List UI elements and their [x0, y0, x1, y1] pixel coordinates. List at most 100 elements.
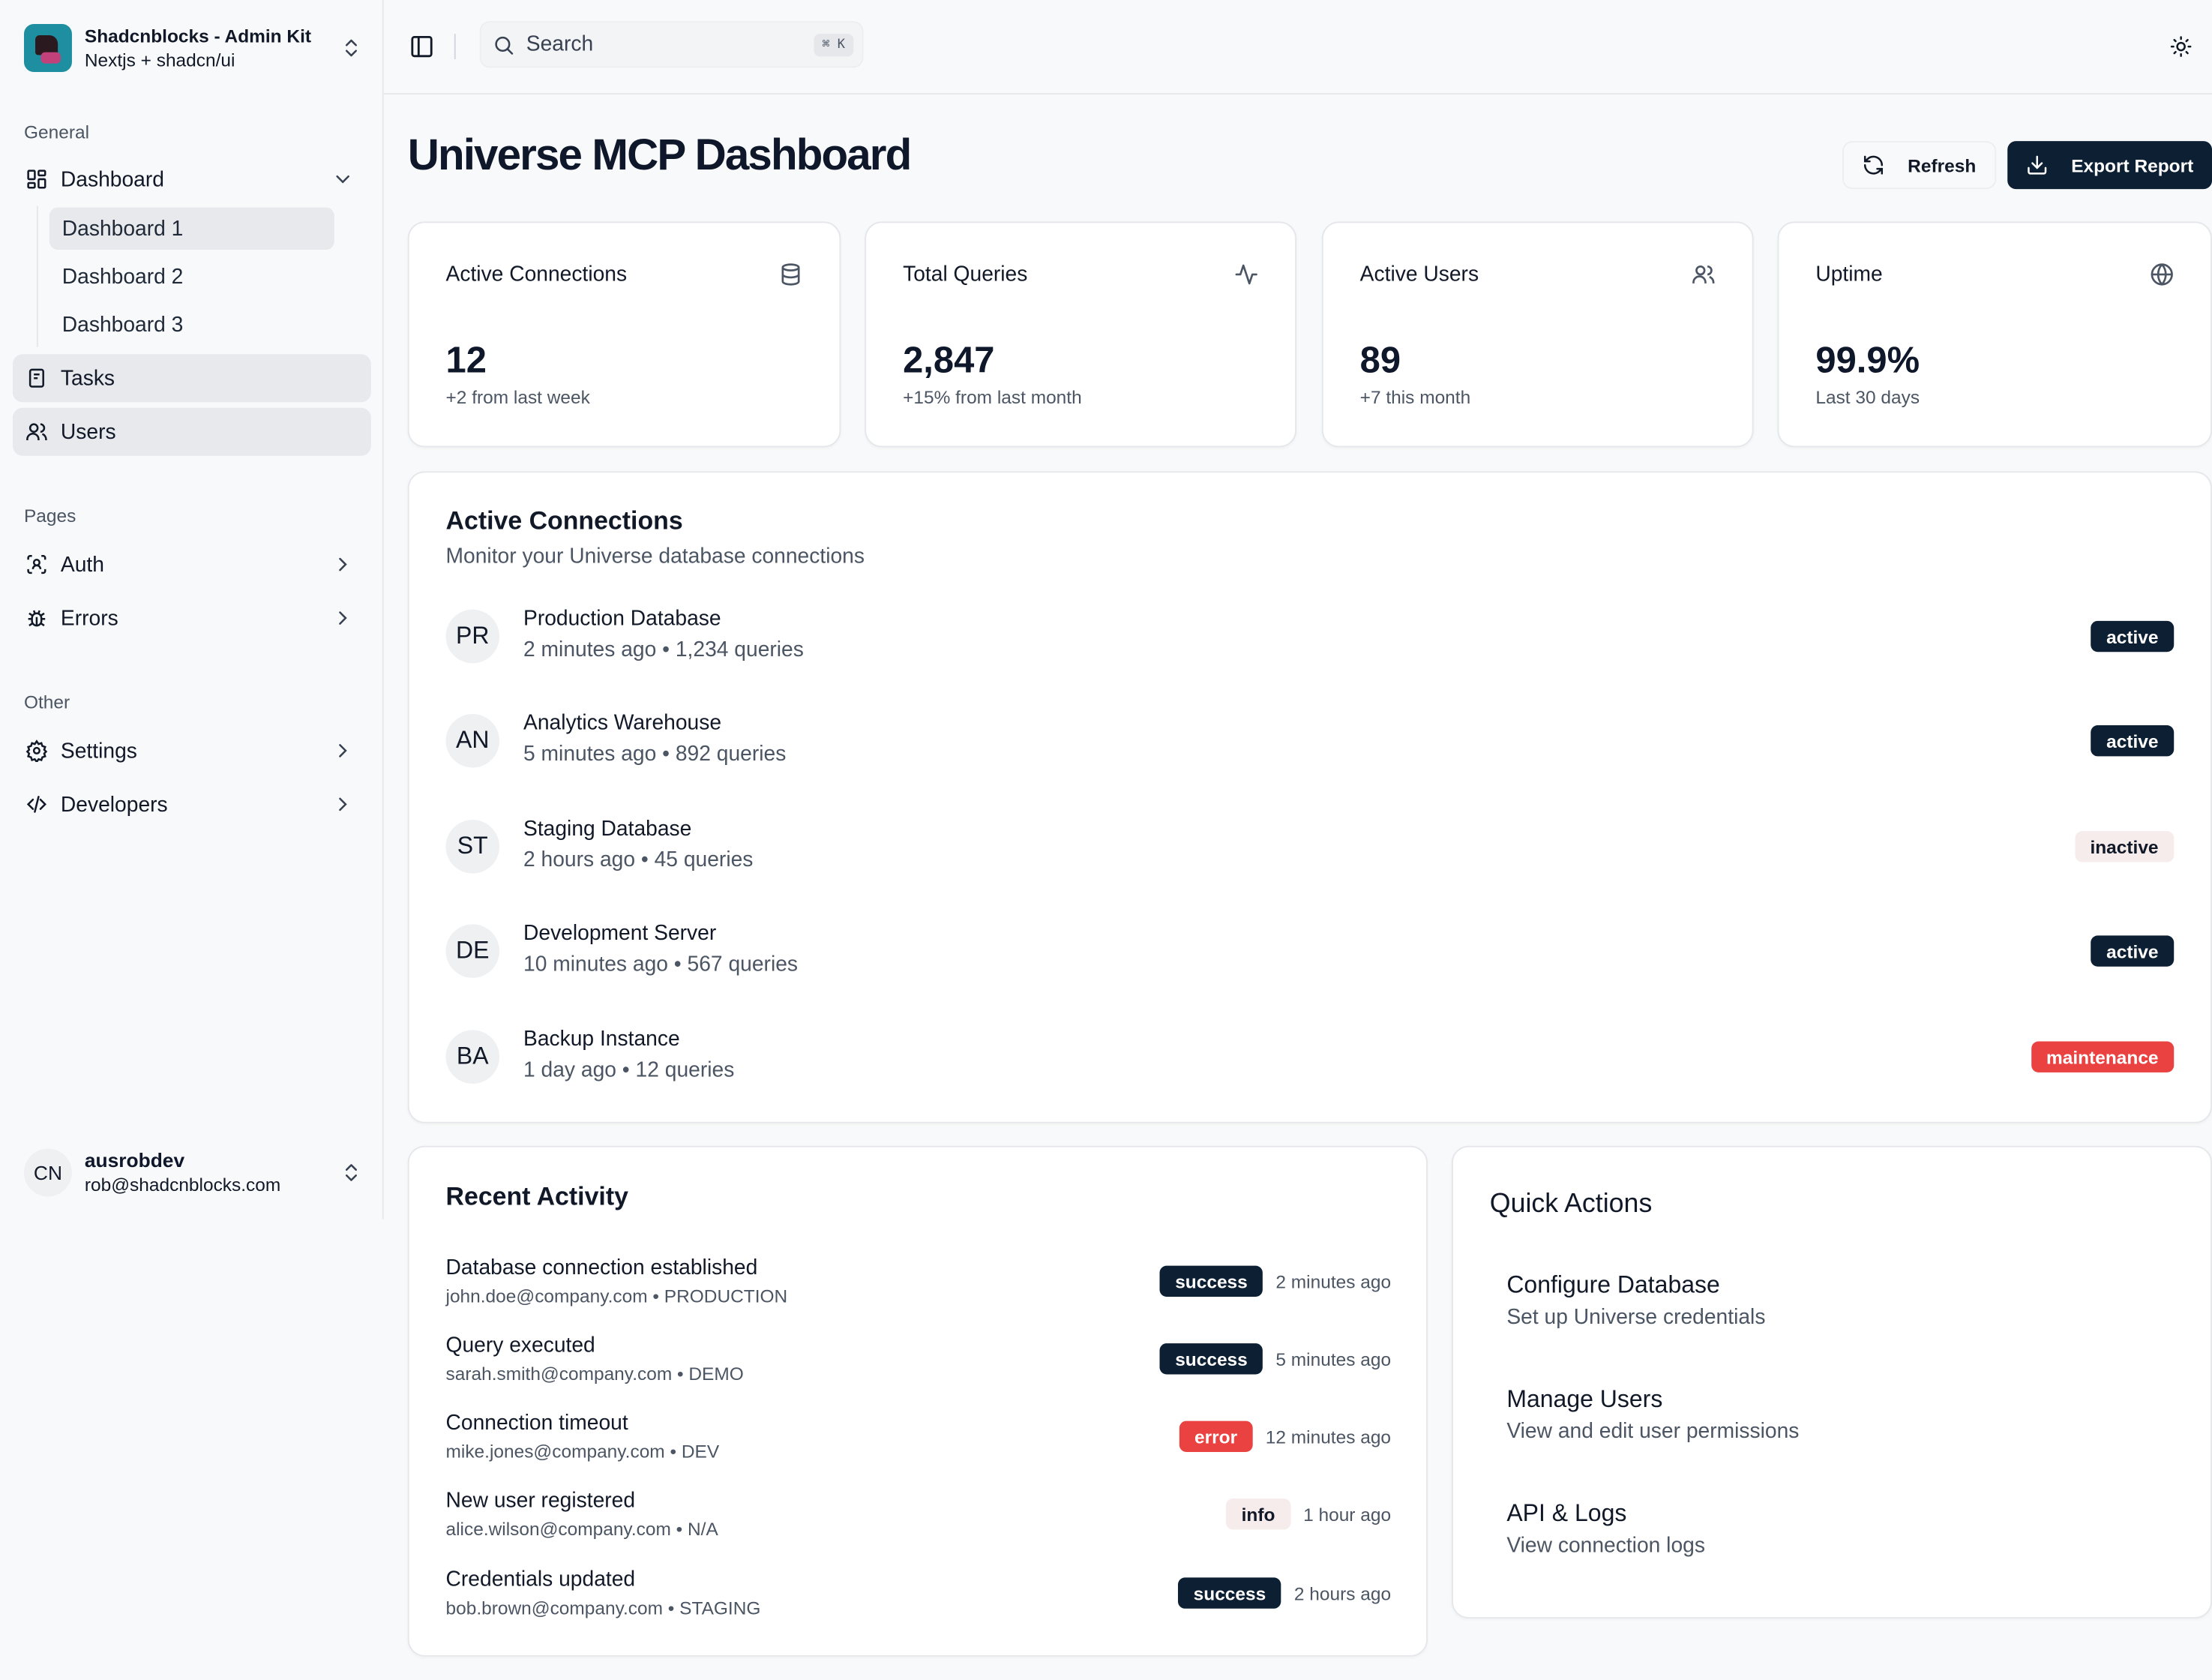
avatar: DE [445, 924, 500, 978]
search-icon [495, 35, 514, 54]
stat-sub: +2 from last week [445, 386, 590, 408]
sidebar-item-label: Dashboard [60, 166, 164, 191]
quick-action-manage-users[interactable]: Manage Users View and edit user permissi… [1506, 1386, 2169, 1456]
page-title: Universe MCP Dashboard [407, 130, 912, 179]
bug-icon [28, 610, 46, 627]
refresh-button[interactable]: Refresh [1842, 141, 1997, 190]
refresh-icon [1864, 155, 1884, 175]
activity-time: 12 minutes ago [1265, 1426, 1392, 1448]
user-menu[interactable]: CN ausrobdev rob@shadcnblocks.com [23, 1146, 363, 1199]
activity-meta: john.doe@company.com • PRODUCTION [445, 1285, 788, 1307]
card-title: Recent Activity [445, 1182, 628, 1211]
sun-icon[interactable] [2170, 35, 2193, 58]
sidebar-item-label: Auth [60, 552, 104, 577]
sidebar-item-dashboard[interactable]: Dashboard [13, 155, 371, 203]
quick-action-api-logs[interactable]: API & Logs View connection logs [1506, 1500, 2169, 1570]
stat-label: Total Queries [903, 262, 1028, 286]
team-switcher[interactable]: Shadcnblocks - Admin Kit Nextjs + shadcn… [23, 22, 363, 74]
status-badge: active [2091, 620, 2175, 652]
sidebar-item-errors[interactable]: Errors [13, 594, 371, 642]
sidebar-item-developers[interactable]: Developers [13, 780, 371, 828]
quick-action-desc: View and edit user permissions [1506, 1419, 1800, 1444]
quick-action-configure-database[interactable]: Configure Database Set up Universe crede… [1506, 1271, 2169, 1342]
connection-row[interactable]: PR Production Database 2 minutes ago • 1… [445, 607, 2175, 664]
chevron-right-icon [339, 797, 347, 812]
quick-action-title: API & Logs [1506, 1499, 1627, 1527]
avatar: BA [445, 1030, 500, 1084]
sidebar-subitem-dashboard-2[interactable]: Dashboard 2 [49, 256, 334, 298]
stat-sub: +7 this month [1359, 386, 1471, 408]
status-badge: error [1179, 1420, 1253, 1452]
connection-name: Backup Instance [523, 1027, 680, 1052]
connection-meta: 5 minutes ago • 892 queries [523, 742, 787, 766]
card-title: Active Connections [445, 506, 683, 536]
search-input[interactable]: Search ⌘ K [479, 21, 864, 68]
status-badge: info [1225, 1498, 1291, 1530]
activity-meta: sarah.smith@company.com • DEMO [445, 1363, 744, 1384]
connection-row[interactable]: ST Staging Database 2 hours ago • 45 que… [445, 817, 2175, 874]
activity-title: Connection timeout [445, 1411, 628, 1436]
sidebar-item-users[interactable]: Users [12, 407, 371, 456]
connection-row[interactable]: DE Development Server 10 minutes ago • 5… [445, 922, 2175, 978]
activity-time: 2 hours ago [1293, 1582, 1392, 1604]
sidebar-item-label: Settings [60, 738, 137, 763]
chevron-down-icon [336, 175, 349, 184]
sidebar-item-label: Users [60, 419, 116, 444]
users-icon [1692, 265, 1715, 284]
activity-row[interactable]: New user registered alice.wilson@company… [446, 1489, 1392, 1545]
avatar: ST [445, 820, 500, 874]
activity-title: Query executed [445, 1333, 595, 1358]
refresh-label: Refresh [1908, 154, 1977, 176]
search-shortcut: ⌘ K [814, 33, 854, 56]
sidebar-item-label: Developers [60, 792, 168, 817]
globe-icon [2151, 263, 2173, 286]
connection-meta: 2 hours ago • 45 queries [523, 848, 754, 872]
topbar: Search ⌘ K [383, 0, 2212, 95]
gear-icon [25, 740, 48, 762]
quick-actions-card: Quick Actions Configure Database Set up … [1451, 1145, 2212, 1618]
activity-meta: alice.wilson@company.com • N/A [445, 1518, 718, 1540]
status-badge: success [1159, 1343, 1263, 1375]
connection-row[interactable]: BA Backup Instance 1 day ago • 12 querie… [445, 1027, 2175, 1084]
divider [454, 34, 456, 60]
layout-dashboard-icon [27, 170, 46, 189]
activity-row[interactable]: Database connection established john.doe… [446, 1256, 1392, 1312]
stat-label: Active Users [1359, 262, 1479, 286]
sidebar-subitem-dashboard-1[interactable]: Dashboard 1 [49, 207, 334, 250]
export-report-button[interactable]: Export Report [2007, 141, 2212, 190]
stat-sub: +15% from last month [903, 386, 1082, 408]
quick-action-title: Manage Users [1506, 1385, 1663, 1413]
stat-card-active-connections: Active Connections 12 +2 from last week [407, 221, 841, 448]
quick-action-desc: View connection logs [1506, 1534, 1705, 1558]
status-badge: success [1177, 1577, 1281, 1609]
avatar: CN [23, 1148, 72, 1197]
clipboard-icon [28, 368, 44, 388]
sidebar-item-tasks[interactable]: Tasks [12, 354, 371, 403]
sidebar-item-auth[interactable]: Auth [13, 541, 371, 589]
activity-row[interactable]: Connection timeout mike.jones@company.co… [446, 1411, 1392, 1467]
activity-title: Database connection established [445, 1256, 758, 1280]
connection-meta: 2 minutes ago • 1,234 queries [523, 638, 804, 662]
quick-action-desc: Set up Universe credentials [1506, 1305, 1766, 1330]
section-general: General [23, 121, 89, 143]
card-title: Quick Actions [1489, 1190, 1653, 1220]
active-connections-card: Active Connections Monitor your Universe… [407, 471, 2212, 1124]
download-icon [2028, 155, 2047, 175]
chevrons-up-down-icon [345, 39, 357, 57]
users-icon [26, 423, 47, 440]
brand-logo [23, 23, 72, 72]
connection-row[interactable]: AN Analytics Warehouse 5 minutes ago • 8… [445, 711, 2175, 768]
sidebar-toggle-icon[interactable] [409, 34, 435, 59]
sidebar-subitem-dashboard-3[interactable]: Dashboard 3 [49, 304, 334, 346]
stat-value: 99.9% [1815, 338, 1920, 381]
activity-title: New user registered [445, 1488, 636, 1513]
sidebar-item-label: Errors [60, 606, 118, 631]
sidebar: Shadcnblocks - Admin Kit Nextjs + shadcn… [0, 0, 384, 1220]
activity-row[interactable]: Credentials updated bob.brown@company.co… [446, 1568, 1392, 1624]
activity-row[interactable]: Query executed sarah.smith@company.com •… [446, 1334, 1392, 1390]
section-other: Other [23, 691, 70, 713]
connection-name: Staging Database [523, 817, 692, 842]
stat-card-active-users: Active Users 89 +7 this month [1321, 221, 1754, 448]
status-badge: active [2091, 935, 2175, 967]
sidebar-item-settings[interactable]: Settings [13, 727, 371, 775]
